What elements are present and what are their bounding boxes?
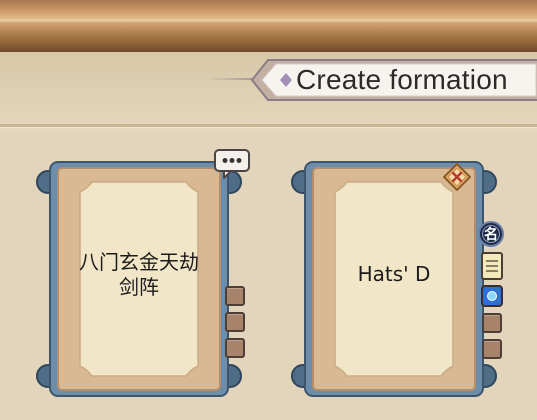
document-icon[interactable] <box>481 252 503 284</box>
formation-slot[interactable] <box>225 286 245 306</box>
create-formation-button[interactable]: Create formation <box>250 57 537 103</box>
page-title: Create formation <box>296 64 508 95</box>
formation-card[interactable]: 八门玄金天劫 剑阵 <box>36 160 242 398</box>
formation-slot[interactable] <box>225 312 245 332</box>
formation-card[interactable]: Hats' D <box>291 160 497 398</box>
formation-slot[interactable] <box>482 313 502 333</box>
formation-name: 八门玄金天劫 剑阵 <box>79 250 199 299</box>
formation-slot[interactable] <box>482 339 502 359</box>
blue-gem-slot-icon[interactable] <box>481 285 503 311</box>
formation-slot[interactable] <box>225 338 245 358</box>
crossed-swords-badge-icon[interactable] <box>442 162 472 195</box>
chat-bubble-icon[interactable] <box>214 149 250 179</box>
name-badge-icon[interactable]: 名 <box>478 221 504 251</box>
formation-name: Hats' D <box>357 262 431 286</box>
name-badge-glyph: 名 <box>484 226 498 243</box>
top-wood-bar <box>0 0 537 52</box>
header-divider <box>0 124 537 127</box>
